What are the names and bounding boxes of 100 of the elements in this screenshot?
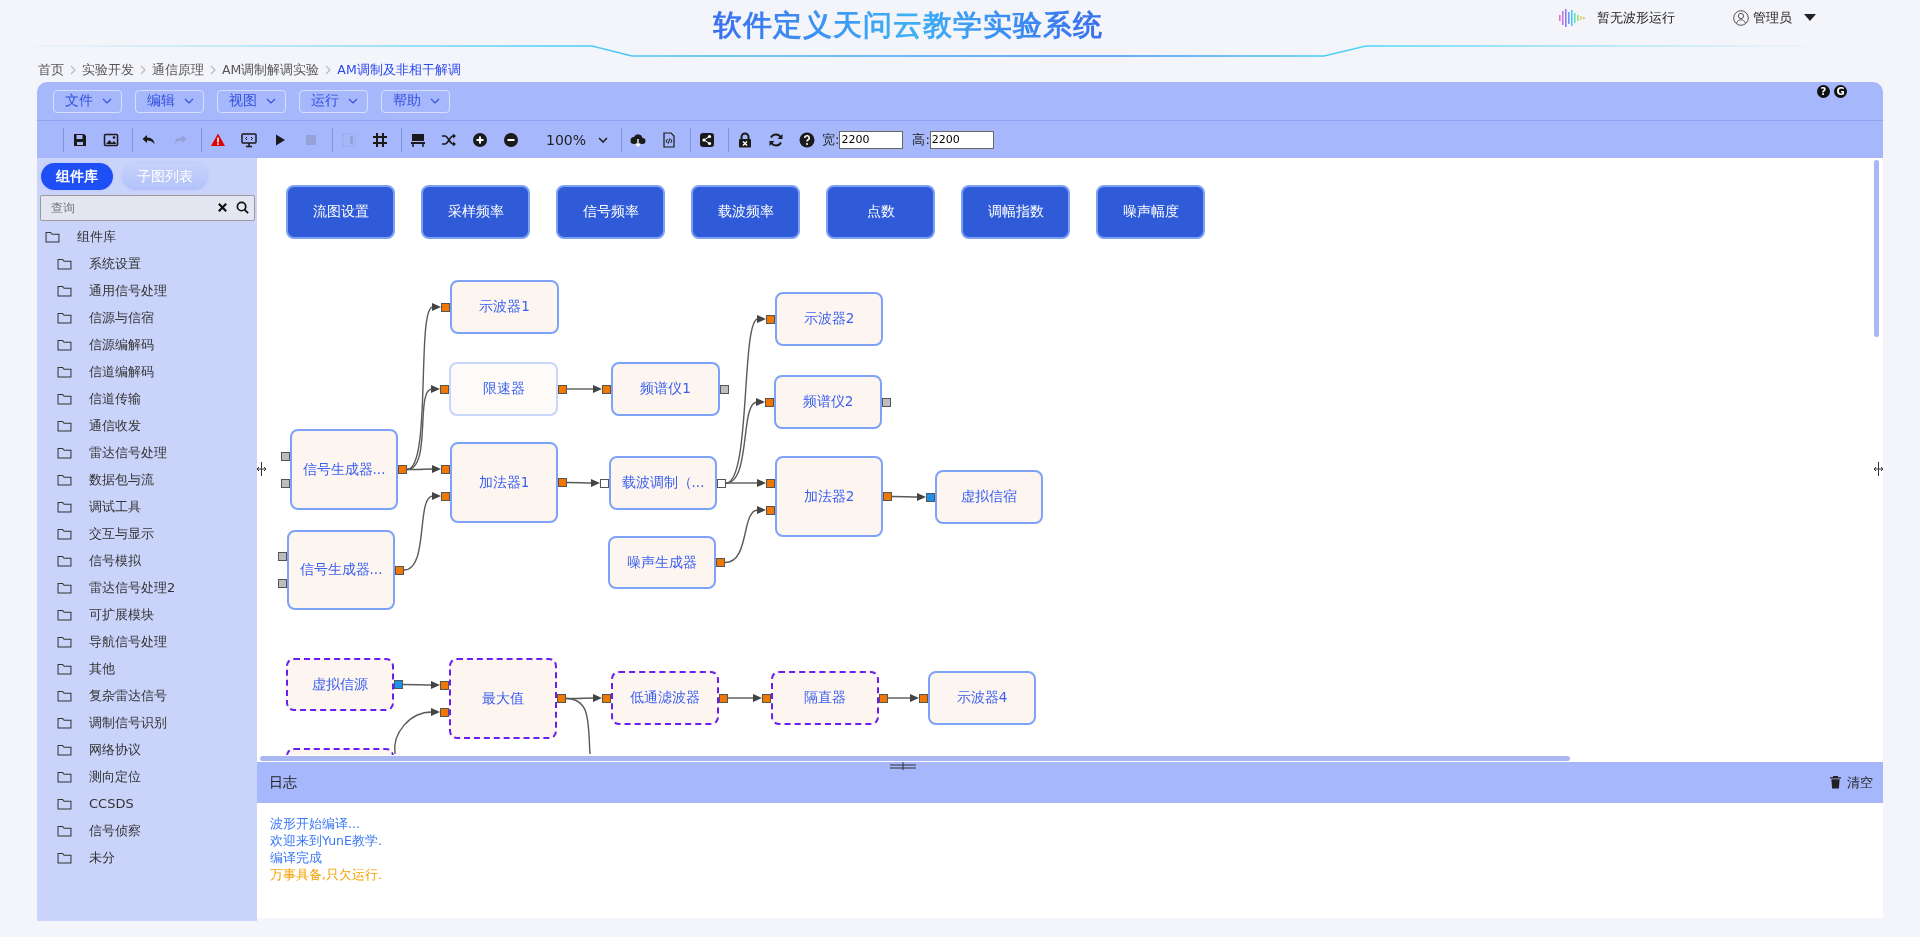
breadcrumb-link[interactable]: 实验开发 xyxy=(82,61,134,79)
output-port[interactable] xyxy=(558,384,567,394)
tree-item[interactable]: 信号模拟 xyxy=(89,551,141,570)
code-file-icon[interactable] xyxy=(661,131,678,148)
tree-item[interactable]: 组件库 xyxy=(77,227,116,246)
output-port[interactable] xyxy=(719,693,728,703)
size-input[interactable]: 2200 xyxy=(929,130,994,149)
input-port[interactable] xyxy=(440,707,449,717)
clear-button[interactable]: 清空 xyxy=(1830,773,1873,792)
tree-item[interactable]: 信道编解码 xyxy=(89,362,154,381)
input-port[interactable] xyxy=(440,680,449,690)
cloud-download-icon[interactable] xyxy=(630,131,647,148)
flow-node[interactable]: 加法器2 xyxy=(775,456,883,537)
output-port[interactable] xyxy=(882,397,891,407)
tree-item[interactable]: 雷达信号处理2 xyxy=(89,578,176,597)
tree-item[interactable]: 雷达信号处理 xyxy=(89,443,167,462)
parameter-button[interactable]: 噪声幅度 xyxy=(1096,185,1205,239)
flow-node[interactable]: 限速器 xyxy=(449,362,558,416)
output-port[interactable] xyxy=(717,478,726,488)
output-port[interactable] xyxy=(879,693,888,703)
breadcrumb-link[interactable]: 通信原理 xyxy=(152,61,204,79)
breadcrumb-link[interactable]: AM调制及非相干解调 xyxy=(337,61,461,79)
tree-item[interactable]: 信源与信宿 xyxy=(89,308,154,327)
zoom-in-icon[interactable] xyxy=(472,131,488,148)
input-port[interactable] xyxy=(281,451,290,461)
round-button[interactable]: G xyxy=(1834,85,1847,98)
flow-node[interactable]: 示波器1 xyxy=(450,280,559,334)
flow-node[interactable]: 加法器1 xyxy=(450,442,558,523)
save-icon[interactable] xyxy=(72,131,88,148)
splitter-icon[interactable] xyxy=(890,762,916,770)
warning-icon[interactable] xyxy=(210,131,226,148)
refresh-icon[interactable] xyxy=(768,131,785,148)
tree-item[interactable]: 信源编解码 xyxy=(89,335,154,354)
input-port[interactable] xyxy=(762,693,771,703)
tree-item[interactable]: 调试工具 xyxy=(89,497,141,516)
sidebar-tab[interactable]: 组件库 xyxy=(41,163,113,190)
tree-item[interactable]: 复杂雷达信号 xyxy=(89,686,167,705)
input-port[interactable] xyxy=(766,314,775,324)
scrollbar[interactable] xyxy=(260,756,1570,761)
tree-item[interactable]: 信道传输 xyxy=(89,389,141,408)
user-name[interactable]: 管理员 xyxy=(1753,9,1792,27)
input-port[interactable] xyxy=(919,693,928,703)
tree-item[interactable]: 交互与显示 xyxy=(89,524,154,543)
tree-item[interactable]: 通用信号处理 xyxy=(89,281,167,300)
output-port[interactable] xyxy=(720,384,729,394)
flow-node[interactable]: 虚拟信宿 xyxy=(935,470,1043,524)
flow-node[interactable]: 虚拟信源 xyxy=(286,658,394,711)
clear-icon[interactable] xyxy=(217,202,228,213)
lock-icon[interactable] xyxy=(737,131,754,148)
parameter-button[interactable]: 信号频率 xyxy=(556,185,665,239)
parameter-button[interactable]: 采样频率 xyxy=(421,185,530,239)
flow-node[interactable]: 示波器2 xyxy=(775,292,883,346)
input-port[interactable] xyxy=(440,384,449,394)
tree-item[interactable]: 测向定位 xyxy=(89,767,141,786)
input-port[interactable] xyxy=(600,478,609,488)
zoom-select[interactable]: 100% xyxy=(534,131,609,148)
resize-handle-icon[interactable] xyxy=(257,462,266,476)
parameter-button[interactable]: 调幅指数 xyxy=(961,185,1070,239)
flow-node[interactable]: 隔直器 xyxy=(771,671,879,725)
tree-item[interactable]: 数据包与流 xyxy=(89,470,154,489)
flow-node[interactable]: 示波器4 xyxy=(928,671,1036,725)
help-icon[interactable] xyxy=(799,131,816,148)
input-port[interactable] xyxy=(602,384,611,394)
flow-node[interactable]: 最大值 xyxy=(449,658,557,739)
tree-item[interactable]: 其他 xyxy=(89,659,115,678)
round-button[interactable]: ? xyxy=(1817,85,1830,98)
share-icon[interactable] xyxy=(699,131,716,148)
parameter-button[interactable]: 点数 xyxy=(826,185,935,239)
scrollbar[interactable] xyxy=(1874,160,1879,337)
size-input[interactable]: 2200 xyxy=(839,130,904,149)
input-port[interactable] xyxy=(766,505,775,515)
flow-node[interactable]: 低通滤波器 xyxy=(611,671,719,725)
tree-item[interactable]: 信号侦察 xyxy=(89,821,141,840)
caret-icon[interactable] xyxy=(1804,14,1816,22)
resize-handle-icon[interactable] xyxy=(1874,462,1883,476)
monitor-stand-icon[interactable] xyxy=(410,131,426,148)
input-port[interactable] xyxy=(602,693,611,703)
tree-item[interactable]: 通信收发 xyxy=(89,416,141,435)
flow-node[interactable]: 信号生成器... xyxy=(290,429,398,510)
input-port[interactable] xyxy=(766,478,775,488)
input-port[interactable] xyxy=(765,397,774,407)
input-port[interactable] xyxy=(441,302,450,312)
flow-node[interactable]: 信号生成器... xyxy=(287,530,395,610)
tree-item[interactable]: 系统设置 xyxy=(89,254,141,273)
parameter-button[interactable]: 流图设置 xyxy=(286,185,395,239)
input-port[interactable] xyxy=(441,464,450,474)
flow-node[interactable]: 频谱仪1 xyxy=(611,362,720,416)
zoom-out-icon[interactable] xyxy=(503,131,519,148)
input-port[interactable] xyxy=(281,478,290,488)
breadcrumb-link[interactable]: AM调制解调实验 xyxy=(222,61,320,79)
flow-node[interactable]: 载波调制（... xyxy=(609,456,717,510)
grid-icon[interactable] xyxy=(372,131,388,148)
input-port[interactable] xyxy=(926,492,935,502)
shuffle-icon[interactable] xyxy=(441,131,457,148)
flow-node[interactable]: 噪声生成器 xyxy=(608,536,716,589)
input-port[interactable] xyxy=(278,578,287,588)
input-port[interactable] xyxy=(441,491,450,501)
tree-item[interactable]: 未分 xyxy=(89,848,115,867)
tree-item[interactable]: 可扩展模块 xyxy=(89,605,154,624)
flow-node[interactable]: 频谱仪2 xyxy=(774,375,882,429)
